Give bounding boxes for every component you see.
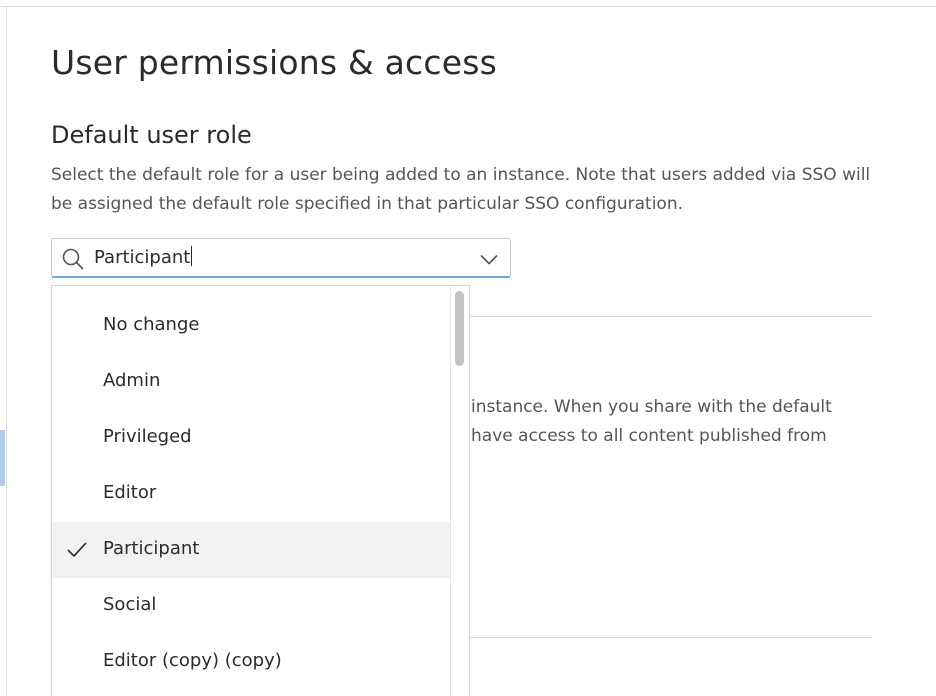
- role-option-label: Editor: [103, 482, 157, 503]
- role-option-admin[interactable]: Admin: [52, 354, 450, 410]
- role-option-editor[interactable]: Editor: [52, 466, 450, 522]
- section-divider: [470, 316, 872, 317]
- dropdown-scrollbar-thumb[interactable]: [455, 291, 464, 366]
- role-option-label: Participant: [103, 538, 200, 559]
- role-option-participant[interactable]: Participant: [52, 522, 450, 578]
- role-options-list: No change Admin Privileged Editor Partic…: [52, 298, 450, 690]
- role-option-editor-copy-copy[interactable]: Editor (copy) (copy): [52, 634, 450, 690]
- page-title: User permissions & access: [51, 43, 498, 82]
- role-option-label: Editor (copy) (copy): [103, 650, 282, 671]
- chevron-down-icon[interactable]: [480, 251, 498, 270]
- left-divider: [6, 6, 7, 696]
- top-divider: [0, 6, 936, 7]
- role-dropdown-menu: No change Admin Privileged Editor Partic…: [51, 285, 470, 696]
- role-option-label: Admin: [103, 370, 161, 391]
- text-cursor: [191, 246, 193, 266]
- checkmark-icon: [67, 542, 87, 563]
- role-option-social[interactable]: Social: [52, 578, 450, 634]
- section-divider: [470, 637, 872, 638]
- default-role-heading: Default user role: [51, 121, 252, 149]
- sharing-description-line: have access to all content published fro…: [471, 426, 827, 446]
- role-search-input[interactable]: Participant: [94, 244, 454, 272]
- role-option-privileged[interactable]: Privileged: [52, 410, 450, 466]
- sharing-description-line: instance. When you share with the defaul…: [471, 397, 832, 417]
- default-role-select[interactable]: Participant: [51, 238, 511, 278]
- dropdown-scrollbar[interactable]: [450, 286, 469, 696]
- role-option-label: No change: [103, 314, 200, 335]
- role-option-label: Privileged: [103, 426, 192, 447]
- default-role-description: Select the default role for a user being…: [51, 165, 871, 214]
- sidebar-active-indicator: [0, 430, 5, 486]
- role-search-value: Participant: [94, 247, 191, 268]
- role-option-label: Social: [103, 594, 157, 615]
- search-icon: [62, 248, 84, 274]
- sharing-description: instance. When you share with the defaul…: [471, 393, 871, 451]
- role-option-no-change[interactable]: No change: [52, 298, 450, 354]
